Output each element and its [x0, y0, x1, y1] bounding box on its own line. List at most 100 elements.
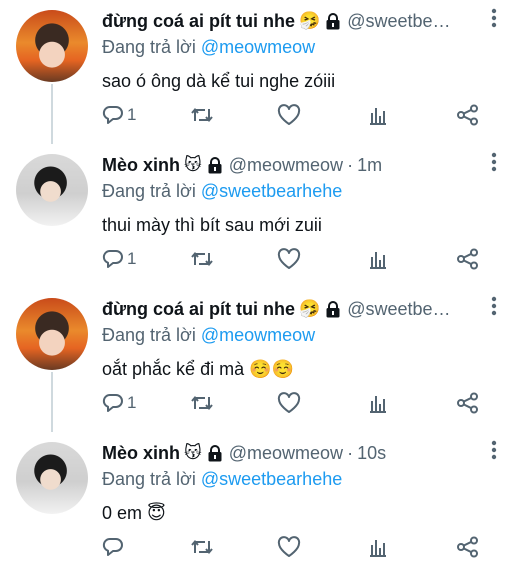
tweet-text: oắt phắc kể đi mà ☺️☺️ [102, 359, 294, 379]
author-name[interactable]: đừng coá ai pít tui nhe [102, 299, 295, 320]
author-handle[interactable]: @sweetbe… [347, 299, 450, 320]
reply-button[interactable] [102, 536, 127, 558]
retweet-button[interactable] [190, 536, 214, 558]
author-handle[interactable]: @meowmeow [229, 155, 343, 176]
lock-icon [207, 444, 223, 462]
reply-mention-link[interactable]: @meowmeow [201, 325, 315, 345]
more-vertical-icon[interactable] [491, 296, 497, 321]
tweet-header: Mèo xinh 😽 @meowmeow · 1m [102, 152, 493, 178]
like-button[interactable] [277, 104, 301, 126]
avatar[interactable] [16, 154, 88, 226]
thread-connector [51, 84, 53, 144]
retweet-button[interactable] [190, 104, 214, 126]
separator-dot: · [347, 442, 354, 463]
avatar[interactable] [16, 298, 88, 370]
reply-count: 1 [127, 105, 137, 124]
heart-icon [277, 248, 301, 269]
author-emoji: 🤧 [299, 11, 321, 30]
more-vertical-icon[interactable] [491, 152, 497, 177]
more-vertical-icon[interactable] [491, 8, 497, 33]
share-button[interactable] [456, 392, 480, 414]
stats-icon [370, 108, 386, 125]
tweet-content: Mèo xinh 😽 @meowmeow · 10s Đang trả lời … [102, 440, 497, 526]
tweet-content: đừng coá ai pít tui nhe 🤧 @sweetbe… Đang… [102, 8, 497, 94]
retweet-button[interactable] [190, 392, 214, 414]
tweet-text: thui mày thì bít sau mới zuii [102, 215, 322, 235]
author-name[interactable]: Mèo xinh [102, 443, 180, 464]
stats-button[interactable] [367, 392, 389, 414]
retweet-icon [191, 107, 213, 123]
replying-to: Đang trả lời @sweetbearhehe [102, 466, 493, 492]
replying-to: Đang trả lời @meowmeow [102, 34, 493, 60]
heart-icon [277, 392, 301, 413]
reply-button[interactable]: 1 [102, 248, 136, 270]
reply-mention-link[interactable]: @meowmeow [201, 37, 315, 57]
tweet[interactable]: đừng coá ai pít tui nhe 🤧 @sweetbe… Đang… [0, 0, 513, 144]
share-icon [457, 248, 478, 270]
tweet-header: đừng coá ai pít tui nhe 🤧 @sweetbe… [102, 8, 493, 34]
tweet[interactable]: đừng coá ai pít tui nhe 🤧 @sweetbe… Đang… [0, 288, 513, 432]
lock-icon [207, 156, 223, 174]
stats-icon [370, 252, 386, 269]
heart-icon [277, 104, 301, 125]
stats-button[interactable] [367, 248, 389, 270]
replying-to-prefix: Đang trả lời [102, 37, 196, 57]
author-emoji: 😽 [184, 155, 202, 174]
retweet-icon [191, 539, 213, 555]
like-button[interactable] [277, 536, 301, 558]
replying-to-prefix: Đang trả lời [102, 181, 196, 201]
timestamp[interactable]: 10s [357, 443, 386, 464]
stats-button[interactable] [367, 104, 389, 126]
reply-thread: đừng coá ai pít tui nhe 🤧 @sweetbe… Đang… [0, 0, 513, 567]
tweet-actions: 1 [102, 104, 492, 134]
reply-count: 1 [127, 249, 137, 268]
like-button[interactable] [277, 392, 301, 414]
share-button[interactable] [456, 536, 480, 558]
reply-icon [102, 105, 123, 124]
author-handle[interactable]: @meowmeow [229, 443, 343, 464]
tweet-actions: 1 [102, 248, 492, 278]
retweet-icon [191, 251, 213, 267]
reply-button[interactable]: 1 [102, 104, 136, 126]
like-button[interactable] [277, 248, 301, 270]
reply-count: 1 [127, 393, 137, 412]
author-name[interactable]: Mèo xinh [102, 155, 180, 176]
tweet-header: đừng coá ai pít tui nhe 🤧 @sweetbe… [102, 296, 493, 322]
more-vertical-icon[interactable] [491, 440, 497, 465]
share-icon [457, 104, 478, 126]
tweet[interactable]: Mèo xinh 😽 @meowmeow · 10s Đang trả lời … [0, 432, 513, 576]
timestamp[interactable]: 1m [357, 155, 382, 176]
replying-to-prefix: Đang trả lời [102, 469, 196, 489]
lock-icon [325, 12, 341, 30]
tweet-text: 0 em 😇 [102, 503, 166, 523]
replying-to-prefix: Đang trả lời [102, 325, 196, 345]
reply-icon [102, 393, 123, 412]
reply-mention-link[interactable]: @sweetbearhehe [201, 181, 342, 201]
reply-button[interactable]: 1 [102, 392, 136, 414]
reply-icon [102, 249, 123, 268]
replying-to: Đang trả lời @sweetbearhehe [102, 178, 493, 204]
stats-icon [370, 540, 386, 557]
reply-mention-link[interactable]: @sweetbearhehe [201, 469, 342, 489]
tweet[interactable]: Mèo xinh 😽 @meowmeow · 1m Đang trả lời @… [0, 144, 513, 288]
retweet-button[interactable] [190, 248, 214, 270]
share-button[interactable] [456, 104, 480, 126]
share-icon [457, 536, 478, 558]
share-button[interactable] [456, 248, 480, 270]
avatar[interactable] [16, 442, 88, 514]
replying-to: Đang trả lời @meowmeow [102, 322, 493, 348]
tweet-text: sao ó ông dà kể tui nghe zóiii [102, 71, 336, 91]
author-emoji: 🤧 [299, 299, 321, 318]
author-emoji: 😽 [184, 443, 202, 462]
stats-button[interactable] [367, 536, 389, 558]
retweet-icon [191, 395, 213, 411]
author-name[interactable]: đừng coá ai pít tui nhe [102, 11, 295, 32]
avatar[interactable] [16, 10, 88, 82]
tweet-header: Mèo xinh 😽 @meowmeow · 10s [102, 440, 493, 466]
stats-icon [370, 396, 386, 413]
thread-connector [51, 372, 53, 432]
separator-dot: · [347, 154, 354, 175]
tweet-content: đừng coá ai pít tui nhe 🤧 @sweetbe… Đang… [102, 296, 497, 382]
tweet-actions: 1 [102, 392, 492, 422]
author-handle[interactable]: @sweetbe… [347, 11, 450, 32]
